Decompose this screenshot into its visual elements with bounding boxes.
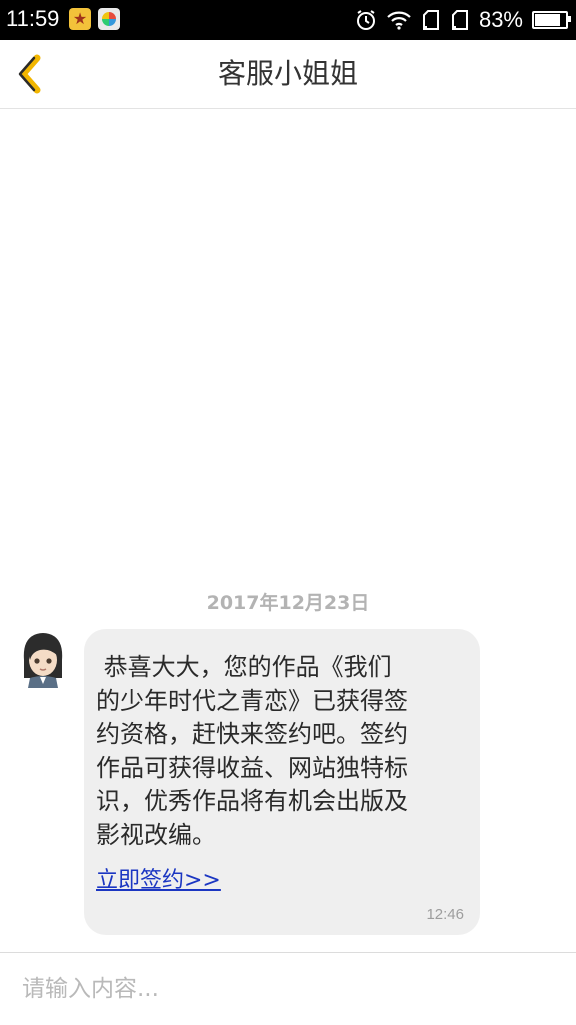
battery-percentage: 83% xyxy=(478,7,523,32)
battery-icon xyxy=(532,11,571,29)
wifi-icon xyxy=(386,10,412,30)
sim-card-icon-2 xyxy=(450,9,470,31)
status-bar: 11:59 ★ 83% xyxy=(0,0,576,40)
sign-contract-link[interactable]: 立即签约>> xyxy=(96,862,221,894)
message-bubble: 恭喜大大，您的作品《我们 的少年时代之青恋》已获得签 约资格，赶快来签约吧。签约… xyxy=(84,629,480,935)
sim-card-icon xyxy=(421,9,441,31)
app-header: 客服小姐姐 xyxy=(0,40,576,109)
alarm-icon xyxy=(355,9,377,31)
status-time: 11:59 xyxy=(6,6,60,31)
page-title: 客服小姐姐 xyxy=(217,57,358,90)
avatar[interactable] xyxy=(18,630,68,688)
message-time: 12:46 xyxy=(426,906,464,923)
message-text: 恭喜大大，您的作品《我们 的少年时代之青恋》已获得签 约资格，赶快来签约吧。签约… xyxy=(96,653,408,849)
app-notification-icon: ★ xyxy=(69,8,91,30)
input-bar xyxy=(0,952,576,1025)
date-separator: 2017年12月23日 xyxy=(206,592,370,614)
message-input[interactable] xyxy=(20,963,554,1015)
app-notification-icon-2 xyxy=(98,8,120,30)
